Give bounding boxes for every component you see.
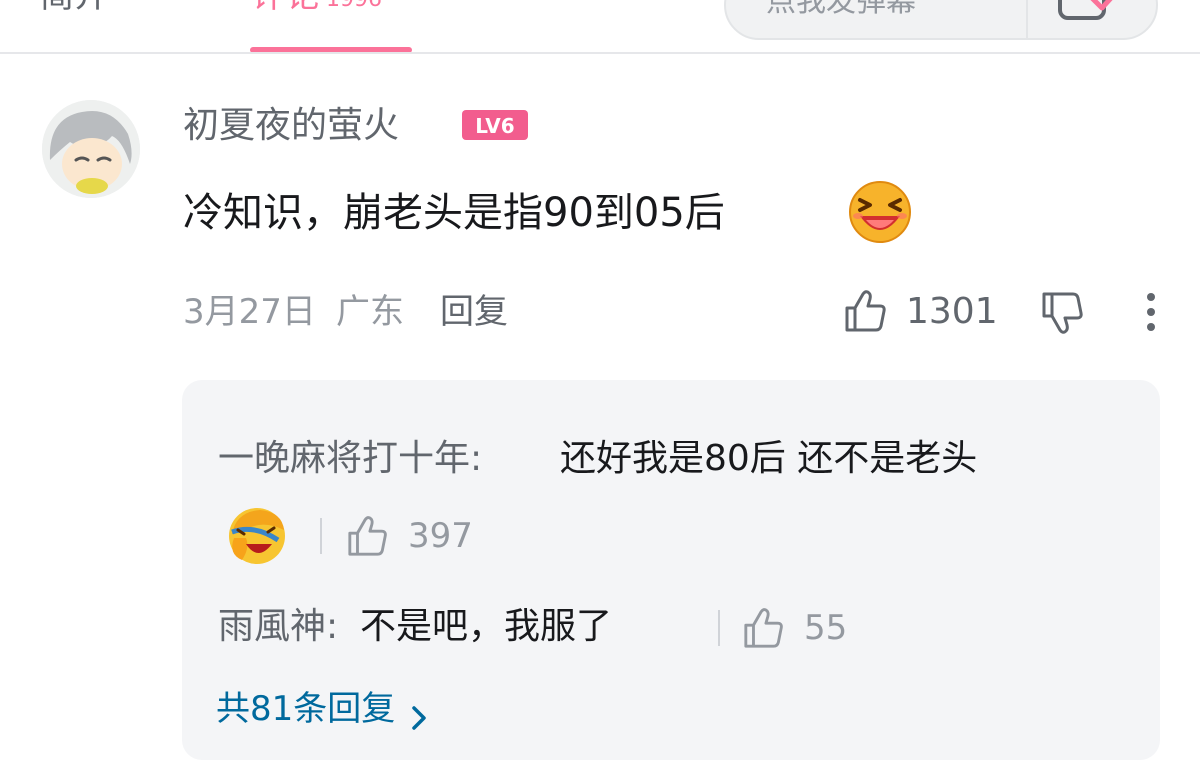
tab-comments-label: 评论 xyxy=(252,0,320,16)
more-icon[interactable] xyxy=(1136,290,1166,336)
tab-comments[interactable]: 评论 1996 xyxy=(252,0,382,16)
level-badge: LV6 xyxy=(462,110,528,140)
facepalm-laugh-emoji xyxy=(224,504,290,566)
reply-like-count: 55 xyxy=(804,608,848,648)
comment-location: 广东 xyxy=(336,292,404,332)
comment-date: 3月27日 xyxy=(183,292,316,332)
view-more-replies-link[interactable]: 共81条回复 xyxy=(216,684,429,734)
tab-intro[interactable]: 简介 xyxy=(40,0,108,16)
reply-text: 不是吧，我服了 xyxy=(360,606,613,647)
like-count: 1301 xyxy=(906,291,998,332)
tab-comments-count: 1996 xyxy=(326,0,382,12)
thumbs-up-icon[interactable] xyxy=(843,288,889,334)
avatar[interactable] xyxy=(42,100,140,198)
danmaku-divider xyxy=(1026,0,1028,40)
view-more-replies-label: 共81条回复 xyxy=(216,689,396,729)
replies-panel: 一晚麻将打十年: 还好我是80后 还不是老头 397 雨風神: 不是吧，我服了 … xyxy=(182,380,1160,760)
tab-bar-divider xyxy=(0,52,1200,54)
reply-author[interactable]: 一晚麻将打十年: xyxy=(218,434,482,484)
tab-bar: 简介 评论 1996 点我发弹幕 xyxy=(0,0,1200,54)
comment-text: 冷知识，崩老头是指90到05后 xyxy=(183,190,725,236)
reply-divider xyxy=(718,610,720,646)
thumbs-up-icon[interactable] xyxy=(346,514,390,558)
chevron-right-icon xyxy=(409,695,429,730)
reply-like-count: 397 xyxy=(408,516,473,556)
tab-intro-label: 简介 xyxy=(40,0,108,16)
thumbs-down-icon[interactable] xyxy=(1040,290,1086,336)
comment-username[interactable]: 初夏夜的萤火 xyxy=(183,104,399,148)
thumbs-up-icon[interactable] xyxy=(742,606,786,650)
reply-text: 还好我是80后 还不是老头 xyxy=(560,438,978,479)
reply-author[interactable]: 雨風神: xyxy=(218,602,338,652)
laughing-emoji xyxy=(846,180,914,244)
danmaku-bar: 点我发弹幕 xyxy=(724,0,1158,40)
reply-button[interactable]: 回复 xyxy=(440,290,508,334)
danmaku-input[interactable]: 点我发弹幕 xyxy=(766,0,916,22)
level-badge-text: LV6 xyxy=(475,114,514,138)
danmaku-toggle-icon[interactable] xyxy=(1056,0,1128,30)
reply-divider xyxy=(320,518,322,554)
